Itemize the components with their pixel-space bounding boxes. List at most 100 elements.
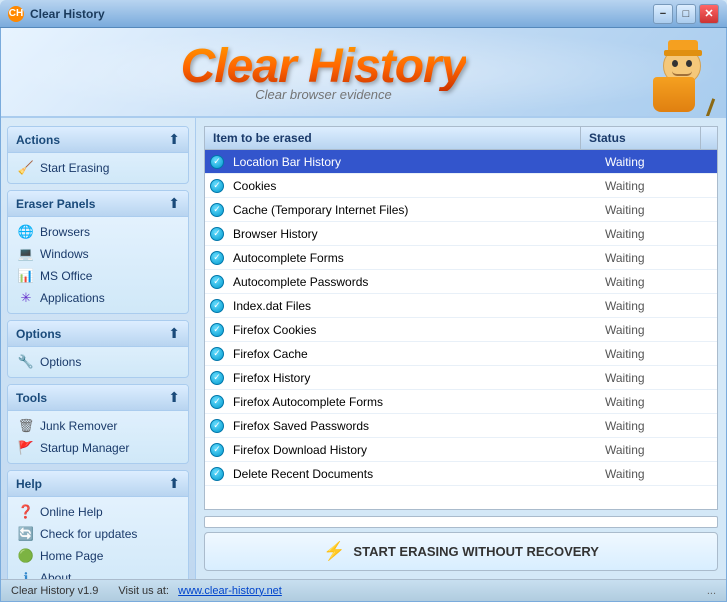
sidebar-section-header-help[interactable]: Help⬆: [8, 471, 188, 497]
sidebar-item-windows[interactable]: 💻Windows: [10, 243, 186, 265]
row-checkbox[interactable]: ✓: [205, 251, 229, 265]
visit-label: Visit us at: www.clear-history.net: [118, 585, 281, 597]
table-row[interactable]: ✓ Location Bar History Waiting: [205, 150, 717, 174]
table-row[interactable]: ✓ Delete Recent Documents Waiting: [205, 462, 717, 486]
status-dots: ...: [302, 585, 716, 597]
table-row[interactable]: ✓ Cookies Waiting: [205, 174, 717, 198]
row-item-name: Cookies: [229, 176, 597, 196]
check-circle: ✓: [210, 395, 224, 409]
row-checkbox[interactable]: ✓: [205, 371, 229, 385]
row-checkbox[interactable]: ✓: [205, 299, 229, 313]
sidebar-item-junk-remover[interactable]: 🗑 Junk Remover: [10, 415, 186, 437]
table-row[interactable]: ✓ Firefox History Waiting: [205, 366, 717, 390]
sidebar-item-start-erasing[interactable]: 🧹Start Erasing: [10, 157, 186, 179]
check-circle: ✓: [210, 299, 224, 313]
options-icon: 🔧: [18, 354, 34, 370]
sidebar-section-header-options[interactable]: Options ⬆: [8, 321, 188, 347]
sidebar-section-title-options: Options: [16, 327, 61, 341]
row-checkbox[interactable]: ✓: [205, 347, 229, 361]
table-row[interactable]: ✓ Firefox Cache Waiting: [205, 342, 717, 366]
row-status: Waiting: [597, 152, 717, 172]
sidebar-section-header-eraser-panels[interactable]: Eraser Panels⬆: [8, 191, 188, 217]
table-row[interactable]: ✓ Firefox Saved Passwords Waiting: [205, 414, 717, 438]
sidebar-item-applications[interactable]: ✳Applications: [10, 287, 186, 309]
row-checkbox[interactable]: ✓: [205, 155, 229, 169]
sidebar-section-header-actions[interactable]: Actions ⬆: [8, 127, 188, 153]
mascot: [631, 32, 711, 112]
row-checkbox[interactable]: ✓: [205, 275, 229, 289]
sidebar-item-label-home-page: Home Page: [40, 549, 103, 563]
table-row[interactable]: ✓ Browser History Waiting: [205, 222, 717, 246]
minimize-button[interactable]: −: [653, 4, 673, 24]
row-checkbox[interactable]: ✓: [205, 443, 229, 457]
update-icon: 🔄: [18, 526, 34, 542]
sidebar-item-startup-manager[interactable]: 🚩Startup Manager: [10, 437, 186, 459]
title-bar-buttons: − □ ✕: [653, 4, 719, 24]
start-erasing-button[interactable]: ⚡ START ERASING WITHOUT RECOVERY: [204, 532, 718, 571]
table-row[interactable]: ✓ Firefox Cookies Waiting: [205, 318, 717, 342]
row-item-name: Location Bar History: [229, 152, 597, 172]
check-circle: ✓: [210, 179, 224, 193]
main-window: Clear History Clear browser evidence: [0, 28, 727, 602]
check-circle: ✓: [210, 347, 224, 361]
row-status: Waiting: [597, 200, 717, 220]
maximize-button[interactable]: □: [676, 4, 696, 24]
collapse-icon-options: ⬆: [168, 325, 180, 342]
check-circle: ✓: [210, 227, 224, 241]
logo-text: Clear History: [181, 43, 467, 91]
sidebar-item-online-help[interactable]: ❓Online Help: [10, 501, 186, 523]
table-row[interactable]: ✓ Index.dat Files Waiting: [205, 294, 717, 318]
table-row[interactable]: ✓ Firefox Autocomplete Forms Waiting: [205, 390, 717, 414]
home-icon: 🟢: [18, 548, 34, 564]
check-circle: ✓: [210, 371, 224, 385]
version-label: Clear History v1.9: [11, 585, 98, 597]
row-checkbox[interactable]: ✓: [205, 323, 229, 337]
table-row[interactable]: ✓ Autocomplete Passwords Waiting: [205, 270, 717, 294]
table-row[interactable]: ✓ Firefox Download History Waiting: [205, 438, 717, 462]
mascot-eye-right: [686, 60, 692, 67]
table-row[interactable]: ✓ Autocomplete Forms Waiting: [205, 246, 717, 270]
sidebar: Actions ⬆ 🧹Start Erasing Eraser Panels⬆ 🌐Bro…: [1, 118, 196, 579]
sidebar-item-browsers[interactable]: 🌐Browsers: [10, 221, 186, 243]
row-item-name: Autocomplete Passwords: [229, 272, 597, 292]
row-checkbox[interactable]: ✓: [205, 179, 229, 193]
row-status: Waiting: [597, 224, 717, 244]
sidebar-section-title-actions: Actions: [16, 133, 60, 147]
sidebar-item-ms-office[interactable]: 📊MS Office: [10, 265, 186, 287]
collapse-icon-help: ⬆: [168, 475, 180, 492]
row-checkbox[interactable]: ✓: [205, 467, 229, 481]
sidebar-section-help: Help⬆ ❓Online Help 🔄 Check for updates 🟢 Home…: [7, 470, 189, 579]
sidebar-section-actions: Actions ⬆ 🧹Start Erasing: [7, 126, 189, 184]
sidebar-item-home-page[interactable]: 🟢 Home Page: [10, 545, 186, 567]
collapse-icon-actions: ⬆: [168, 131, 180, 148]
table-body[interactable]: ✓ Location Bar History Waiting ✓ Cookies…: [205, 150, 717, 509]
row-checkbox[interactable]: ✓: [205, 227, 229, 241]
row-item-name: Firefox Autocomplete Forms: [229, 392, 597, 412]
sidebar-item-label-check-updates: Check for updates: [40, 527, 137, 541]
info-icon: ℹ: [18, 570, 34, 579]
row-status: Waiting: [597, 272, 717, 292]
check-circle: ✓: [210, 155, 224, 169]
sidebar-item-check-updates[interactable]: 🔄 Check for updates: [10, 523, 186, 545]
row-checkbox[interactable]: ✓: [205, 419, 229, 433]
row-item-name: Cache (Temporary Internet Files): [229, 200, 597, 220]
table-row[interactable]: ✓ Cache (Temporary Internet Files) Waiti…: [205, 198, 717, 222]
close-button[interactable]: ✕: [699, 4, 719, 24]
table-header: Item to be erased Status: [205, 127, 717, 150]
row-status: Waiting: [597, 320, 717, 340]
eraser-icon: 🧹: [18, 160, 34, 176]
row-checkbox[interactable]: ✓: [205, 395, 229, 409]
sidebar-item-label-junk-remover: Junk Remover: [40, 419, 117, 433]
trash-icon: 🗑: [18, 418, 34, 434]
title-bar: CH Clear History − □ ✕: [0, 0, 727, 28]
row-checkbox[interactable]: ✓: [205, 203, 229, 217]
sidebar-item-options[interactable]: 🔧Options: [10, 351, 186, 373]
apps-icon: ✳: [18, 290, 34, 306]
sidebar-section-header-tools[interactable]: Tools⬆: [8, 385, 188, 411]
check-circle: ✓: [210, 275, 224, 289]
globe-icon: 🌐: [18, 224, 34, 240]
progress-bar: [204, 516, 718, 528]
row-status: Waiting: [597, 296, 717, 316]
website-link[interactable]: www.clear-history.net: [178, 585, 282, 597]
sidebar-item-about[interactable]: ℹAbout: [10, 567, 186, 579]
